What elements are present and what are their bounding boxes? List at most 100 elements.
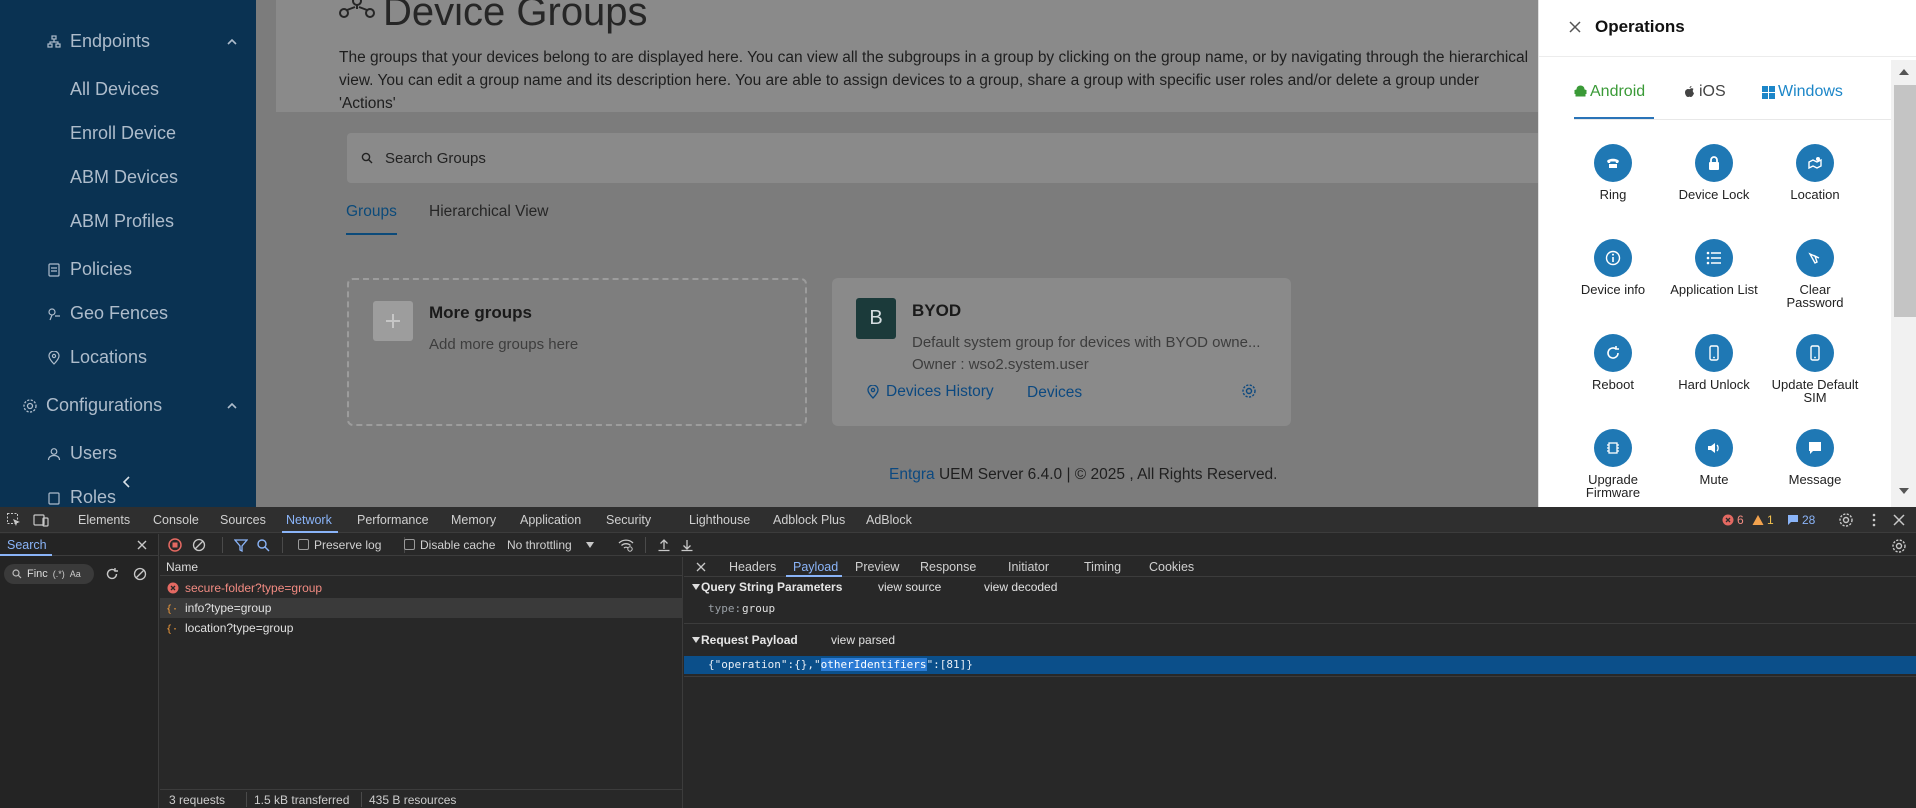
view-decoded-link[interactable]: view decoded <box>984 580 1057 594</box>
sidebar-item-roles[interactable]: Roles <box>46 487 116 507</box>
device-toolbar-icon[interactable] <box>33 512 49 528</box>
search-groups-field[interactable] <box>347 133 1547 183</box>
checkbox-box[interactable] <box>404 539 415 550</box>
devices-link[interactable]: Devices <box>1027 384 1082 402</box>
devtools-tab-adblock-plus[interactable]: Adblock Plus <box>773 513 845 527</box>
disable-cache-checkbox[interactable]: Disable cache <box>404 538 495 552</box>
search-icon[interactable] <box>256 538 270 552</box>
column-name-header[interactable]: Name <box>166 560 198 574</box>
close-icon[interactable] <box>1568 20 1582 34</box>
record-stop-icon[interactable] <box>168 538 182 552</box>
sidebar-item-abm-devices[interactable]: ABM Devices <box>70 167 178 188</box>
devtools-tab-memory[interactable]: Memory <box>451 513 496 527</box>
view-source-link[interactable]: view source <box>878 580 941 594</box>
query-string-title[interactable]: Query String Parameters <box>701 580 842 594</box>
sidebar-item-configurations[interactable]: Configurations <box>22 395 162 416</box>
sidebar-item-abm-profiles[interactable]: ABM Profiles <box>70 211 174 232</box>
preserve-log-checkbox[interactable]: Preserve log <box>298 538 381 552</box>
warning-count[interactable]: 1 <box>1752 513 1774 527</box>
devtools-tab-elements[interactable]: Elements <box>78 513 130 527</box>
chevron-up-icon[interactable] <box>224 398 240 414</box>
close-icon[interactable] <box>136 539 148 551</box>
sidebar-item-enroll-device[interactable]: Enroll Device <box>70 123 176 144</box>
gear-icon[interactable] <box>1241 383 1257 399</box>
operation-update-default-sim[interactable]: Update Default SIM <box>1760 334 1870 404</box>
operation-device-info[interactable]: Device info <box>1558 239 1668 296</box>
operation-ring[interactable]: Ring <box>1558 144 1668 201</box>
close-icon[interactable] <box>1891 512 1907 528</box>
find-input[interactable]: Finc (.*) Aa <box>4 564 94 584</box>
tab-groups[interactable]: Groups <box>346 203 397 221</box>
network-settings-icon[interactable] <box>1891 538 1907 554</box>
export-har-icon[interactable] <box>680 538 694 552</box>
message-count[interactable]: 28 <box>1787 513 1815 527</box>
detail-tab-initiator[interactable]: Initiator <box>1008 560 1049 574</box>
checkbox-box[interactable] <box>298 539 309 550</box>
operation-mute[interactable]: Mute <box>1659 429 1769 486</box>
devtools-tab-console[interactable]: Console <box>153 513 199 527</box>
detail-tab-preview[interactable]: Preview <box>855 560 899 574</box>
detail-tab-headers[interactable]: Headers <box>729 560 776 574</box>
sidebar-item-policies[interactable]: Policies <box>46 259 132 280</box>
devtools-tab-performance[interactable]: Performance <box>357 513 429 527</box>
group-name[interactable]: BYOD <box>912 301 961 321</box>
clear-icon[interactable] <box>133 567 147 581</box>
sidebar-item-endpoints[interactable]: Endpoints <box>46 31 150 52</box>
operation-location[interactable]: Location <box>1760 144 1870 201</box>
search-pane-title[interactable]: Search <box>7 538 47 552</box>
tab-windows[interactable]: Windows <box>1762 83 1843 101</box>
chevron-up-icon[interactable] <box>224 34 240 50</box>
detail-tab-timing[interactable]: Timing <box>1084 560 1121 574</box>
operation-clear-password[interactable]: Clear Password <box>1760 239 1870 309</box>
add-group-button[interactable] <box>373 301 413 341</box>
devices-history-link[interactable]: Devices History <box>866 383 994 401</box>
scroll-down-icon[interactable] <box>1899 487 1909 495</box>
operation-application-list[interactable]: Application List <box>1659 239 1769 296</box>
devtools-tab-network[interactable]: Network <box>286 513 332 527</box>
clear-icon[interactable] <box>192 538 206 552</box>
footer-brand[interactable]: Entgra <box>889 466 935 483</box>
sidebar-item-users[interactable]: Users <box>46 443 117 464</box>
expand-triangle-icon[interactable] <box>692 584 700 590</box>
tab-hierarchical-view[interactable]: Hierarchical View <box>429 203 548 221</box>
devtools-tab-lighthouse[interactable]: Lighthouse <box>689 513 750 527</box>
scroll-up-icon[interactable] <box>1899 68 1909 76</box>
sidebar-item-locations[interactable]: Locations <box>46 347 147 368</box>
search-input[interactable] <box>385 149 985 167</box>
operation-message[interactable]: Message <box>1760 429 1870 486</box>
request-payload-title[interactable]: Request Payload <box>701 633 798 647</box>
collapse-sidebar-icon[interactable] <box>119 474 135 490</box>
expand-triangle-icon[interactable] <box>692 637 700 643</box>
operation-reboot[interactable]: Reboot <box>1558 334 1668 391</box>
more-options-icon[interactable] <box>1866 512 1882 528</box>
detail-tab-payload[interactable]: Payload <box>793 560 838 574</box>
drawer-scrollbar[interactable] <box>1891 60 1916 507</box>
devtools-tab-adblock[interactable]: AdBlock <box>866 513 912 527</box>
request-row-selected[interactable]: {·} info?type=group <box>160 598 683 618</box>
import-har-icon[interactable] <box>657 538 671 552</box>
tab-android[interactable]: Android <box>1574 83 1645 101</box>
tab-ios[interactable]: iOS <box>1684 83 1726 101</box>
scrollbar-thumb[interactable] <box>1894 85 1916 317</box>
sidebar-item-geo-fences[interactable]: Geo Fences <box>46 303 168 324</box>
request-row[interactable]: {·} location?type=group <box>160 618 683 638</box>
detail-tab-cookies[interactable]: Cookies <box>1149 560 1194 574</box>
detail-tab-response[interactable]: Response <box>920 560 976 574</box>
regex-toggle[interactable]: (.*) <box>53 569 65 579</box>
payload-source-line[interactable]: {"operation":{},"otherIdentifiers":[81]} <box>684 656 1916 674</box>
error-count[interactable]: 6 <box>1722 513 1744 527</box>
close-icon[interactable] <box>696 562 706 572</box>
settings-gear-icon[interactable] <box>1838 512 1854 528</box>
operation-hard-unlock[interactable]: Hard Unlock <box>1659 334 1769 391</box>
operation-device-lock[interactable]: Device Lock <box>1659 144 1769 201</box>
network-conditions-icon[interactable] <box>618 538 634 552</box>
request-row[interactable]: secure-folder?type=group <box>160 578 683 598</box>
devtools-tab-sources[interactable]: Sources <box>220 513 266 527</box>
filter-icon[interactable] <box>234 538 248 552</box>
devtools-tab-security[interactable]: Security <box>606 513 651 527</box>
match-case-toggle[interactable]: Aa <box>70 569 81 579</box>
throttling-select[interactable]: No throttling <box>507 538 594 552</box>
operation-upgrade-firmware[interactable]: Upgrade Firmware <box>1558 429 1668 499</box>
sidebar-item-all-devices[interactable]: All Devices <box>70 79 159 100</box>
devtools-tab-application[interactable]: Application <box>520 513 581 527</box>
